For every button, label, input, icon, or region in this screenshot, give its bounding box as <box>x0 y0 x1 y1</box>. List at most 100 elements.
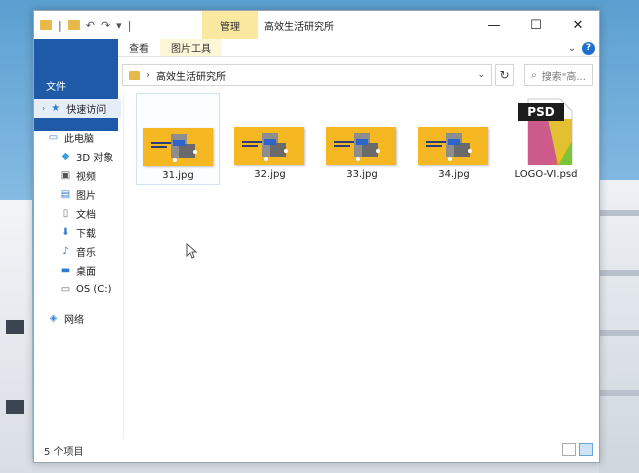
sidebar-item-label: 3D 对象 <box>76 153 114 164</box>
thumb-dot <box>173 158 177 162</box>
thumb-text-line <box>242 145 258 147</box>
building-stripe <box>599 330 639 336</box>
refresh-button[interactable]: ↻ <box>495 64 515 86</box>
maximize-button[interactable]: ☐ <box>515 11 557 39</box>
explorer-window: | ↶ ↷ ▾ | 管理 高效生活研究所 — ☐ ✕ 文件 主页 共享 查看 图… <box>33 10 600 463</box>
navigation-bar: ← → ▾ ↑ › 高效生活研究所 ⌄ ↻ ⌕ 搜索"高... <box>34 57 599 93</box>
sidebar-item-this-pc[interactable]: ▭ 此电脑 <box>34 128 123 147</box>
computer-icon: ▭ <box>48 132 59 143</box>
sidebar-item-label: 快速访问 <box>66 105 107 116</box>
chevron-right-icon: › <box>42 104 46 113</box>
details-view-icon[interactable] <box>562 443 576 456</box>
sidebar-item-label: 文档 <box>76 210 96 221</box>
undo-icon[interactable]: ↶ <box>86 19 95 32</box>
building-stripe <box>599 270 639 276</box>
drive-icon: ▭ <box>60 284 71 295</box>
thumb-shape <box>264 139 276 145</box>
thumb-text-line <box>426 141 448 143</box>
sidebar-item-videos[interactable]: ▣ 视频 <box>34 166 123 185</box>
file-item[interactable]: 33.jpg <box>320 93 404 185</box>
image-thumbnail <box>234 127 304 165</box>
document-icon: ▯ <box>62 208 69 219</box>
image-thumbnail <box>143 128 213 166</box>
sidebar-item-label: 音乐 <box>76 248 96 259</box>
cube-icon: ◆ <box>61 151 70 162</box>
thumb-text-line <box>151 146 167 148</box>
thumb-dot <box>193 150 197 154</box>
refresh-icon: ↻ <box>499 68 510 82</box>
network-icon: ◈ <box>49 313 58 324</box>
help-icon[interactable]: ? <box>582 41 595 55</box>
download-icon: ⬇ <box>61 227 70 238</box>
mouse-cursor-icon <box>186 243 198 259</box>
divider: | <box>58 18 62 32</box>
psd-badge: PSD <box>527 105 555 119</box>
desktop-icon: ▬ <box>60 265 71 276</box>
search-placeholder: 搜索"高... <box>541 71 586 83</box>
properties-icon[interactable] <box>67 20 80 30</box>
thumb-shape <box>448 139 460 145</box>
building-window <box>6 320 24 334</box>
sidebar-item-network[interactable]: ◈ 网络 <box>34 309 123 328</box>
title-bar: | ↶ ↷ ▾ | 管理 高效生活研究所 — ☐ ✕ <box>34 11 599 39</box>
large-icons-view-icon[interactable] <box>579 443 593 456</box>
context-tab-manage[interactable]: 管理 <box>202 11 258 39</box>
sidebar-item-label: OS (C:) <box>76 284 112 295</box>
thumb-text-line <box>334 141 356 143</box>
sidebar-item-os-drive[interactable]: ▭ OS (C:) <box>34 280 123 299</box>
folder-icon <box>129 70 140 80</box>
image-thumbnail <box>326 127 396 165</box>
tab-view[interactable]: 查看 <box>118 39 160 56</box>
thumb-text-line <box>334 145 350 147</box>
file-item[interactable]: 32.jpg <box>228 93 312 185</box>
sidebar-item-documents[interactable]: ▯ 文档 <box>34 204 123 223</box>
image-thumbnail <box>418 127 488 165</box>
file-item[interactable]: 34.jpg <box>412 93 496 185</box>
building-stripe <box>599 390 639 396</box>
file-name: 32.jpg <box>254 169 286 180</box>
navigation-pane: › ★ 快速访问 ▭ 此电脑 ◆ 3D 对象 ▣ 视频 ▤ 图片 ▯ 文档 ⬇ … <box>34 93 124 438</box>
close-button[interactable]: ✕ <box>557 11 599 39</box>
file-name: LOGO-VI.psd <box>514 169 578 180</box>
search-icon: ⌕ <box>531 69 537 81</box>
expand-ribbon-icon[interactable]: ⌄ <box>568 43 576 54</box>
file-name: 31.jpg <box>162 170 194 181</box>
tab-picture-tools[interactable]: 图片工具 <box>160 39 222 56</box>
sidebar-item-pictures[interactable]: ▤ 图片 <box>34 185 123 204</box>
picture-icon: ▤ <box>60 189 71 200</box>
customize-dropdown-icon[interactable]: ▾ <box>116 19 122 32</box>
redo-icon[interactable]: ↷ <box>101 19 110 32</box>
sidebar-item-3d-objects[interactable]: ◆ 3D 对象 <box>34 147 123 166</box>
search-input[interactable]: ⌕ 搜索"高... <box>524 64 593 86</box>
sidebar-item-label: 图片 <box>76 191 96 202</box>
minimize-button[interactable]: — <box>473 11 515 39</box>
sidebar-item-label: 此电脑 <box>64 134 94 145</box>
sidebar-item-desktop[interactable]: ▬ 桌面 <box>34 261 123 280</box>
content-area: › ★ 快速访问 ▭ 此电脑 ◆ 3D 对象 ▣ 视频 ▤ 图片 ▯ 文档 ⬇ … <box>34 93 599 438</box>
file-item[interactable]: 31.jpg <box>136 93 220 185</box>
chevron-right-icon: › <box>146 69 150 81</box>
building-window <box>6 400 24 414</box>
address-bar[interactable]: › 高效生活研究所 ⌄ <box>122 64 492 86</box>
sidebar-item-quick-access[interactable]: › ★ 快速访问 <box>34 99 121 118</box>
building-stripe <box>599 210 639 216</box>
thumb-dot <box>264 157 268 161</box>
thumb-dot <box>468 149 472 153</box>
file-name: 33.jpg <box>346 169 378 180</box>
divider: | <box>127 18 132 32</box>
sidebar-item-label: 网络 <box>64 315 84 326</box>
thumb-dot <box>356 157 360 161</box>
address-path[interactable]: 高效生活研究所 <box>156 68 226 83</box>
sidebar-item-label: 桌面 <box>76 267 96 278</box>
sidebar-item-music[interactable]: ♪ 音乐 <box>34 242 123 261</box>
file-item[interactable]: PSD LOGO-VI.psd <box>504 93 588 185</box>
thumb-text-line <box>242 141 264 143</box>
thumb-shape <box>173 140 185 146</box>
file-name: 34.jpg <box>438 169 470 180</box>
thumb-dot <box>284 149 288 153</box>
chevron-down-icon[interactable]: ⌄ <box>477 70 485 80</box>
sidebar-item-downloads[interactable]: ⬇ 下载 <box>34 223 123 242</box>
thumb-dot <box>376 149 380 153</box>
